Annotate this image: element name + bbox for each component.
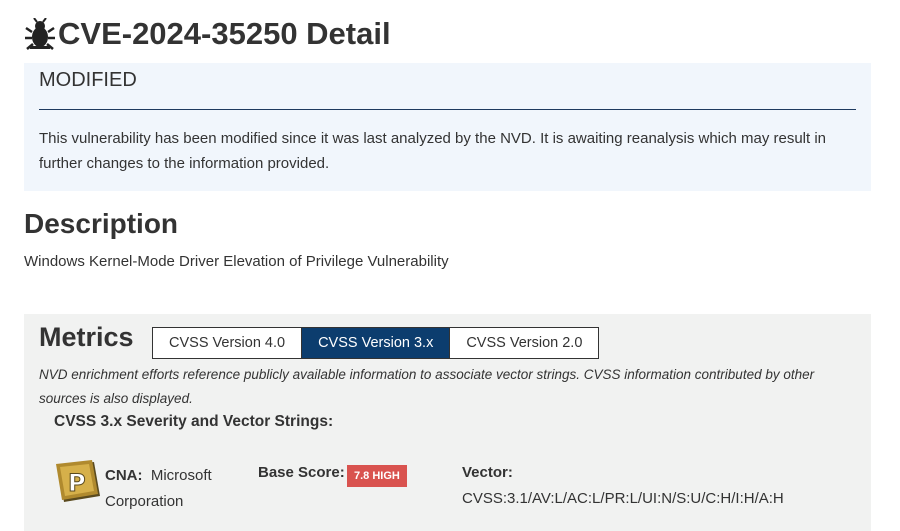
description-heading: Description [24,208,179,239]
bug-icon [24,17,56,50]
status-text: This vulnerability has been modified sin… [39,130,827,172]
description-text: Windows Kernel-Mode Driver Elevation of … [24,253,449,270]
status-heading: MODIFIED [39,69,137,91]
divider [39,109,856,110]
page-header: CVE-2024-35250 Detail [24,14,391,54]
cna-source: CNA: Microsoft Corporation [105,463,245,515]
cvss-version-tabs: CVSS Version 4.0 CVSS Version 3.x CVSS V… [152,327,600,359]
metrics-heading: Metrics [39,322,134,352]
tab-cvss-3-x[interactable]: CVSS Version 3.x [301,328,450,358]
severity-heading: CVSS 3.x Severity and Vector Strings: [54,413,334,430]
vector-string: CVSS:3.1/AV:L/AC:L/PR:L/UI:N/S:U/C:H/I:H… [462,490,784,507]
status-banner: MODIFIED This vulnerability has been mod… [24,63,871,191]
base-score-label: Base Score: [258,464,345,481]
enrichment-note: NVD enrichment efforts reference publicl… [39,367,815,406]
cna-label: CNA: [105,467,143,484]
tab-cvss-2-0[interactable]: CVSS Version 2.0 [449,328,599,358]
cna-badge-icon: P [54,460,104,504]
svg-text:P: P [68,469,86,497]
tab-cvss-4-0[interactable]: CVSS Version 4.0 [153,328,302,358]
page-title: CVE-2024-35250 Detail [58,16,391,51]
metrics-panel: Metrics CVSS Version 4.0 CVSS Version 3.… [24,314,871,531]
base-score-badge[interactable]: 7.8 HIGH [347,465,407,487]
vector-label: Vector: [462,464,513,481]
